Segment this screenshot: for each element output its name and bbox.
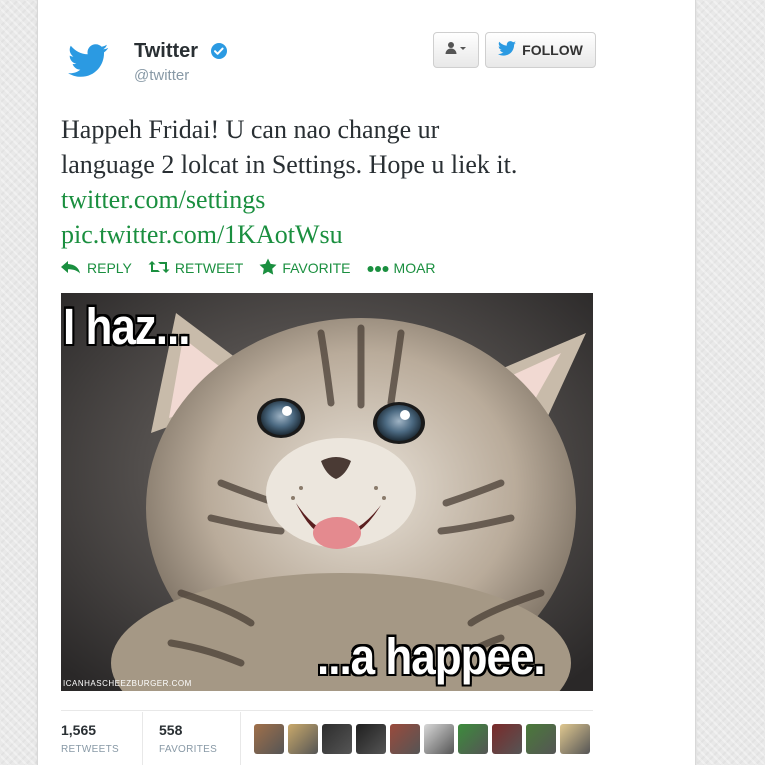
user-avatar-6[interactable]: [424, 724, 454, 754]
stats-separator: [240, 712, 241, 765]
user-dropdown-icon: [445, 41, 467, 60]
tweet-text: Happeh Fridai! U can nao change ur langu…: [61, 112, 641, 252]
retweet-icon: [148, 260, 175, 277]
verified-badge-icon: [210, 42, 228, 60]
user-avatar-1[interactable]: [254, 724, 284, 754]
twitter-bird-icon: [498, 41, 522, 59]
retweets-label: RETWEETS: [61, 744, 119, 755]
user-name[interactable]: Twitter: [134, 40, 198, 63]
favorite-button[interactable]: FAVORITE: [259, 258, 351, 278]
user-avatar-7[interactable]: [458, 724, 488, 754]
twitter-bird-icon[interactable]: [66, 38, 112, 84]
follow-label: FOLLOW: [522, 42, 583, 58]
pic-link[interactable]: pic.twitter.com/1KAotWsu: [61, 217, 641, 252]
user-avatar-8[interactable]: [492, 724, 522, 754]
star-icon: [259, 258, 282, 278]
user-avatar-4[interactable]: [356, 724, 386, 754]
settings-link[interactable]: twitter.com/settings: [61, 182, 641, 217]
favorites-count: 558: [159, 722, 183, 738]
stats-divider: [61, 710, 593, 711]
tweet-text-line: Happeh Fridai! U can nao change ur: [61, 115, 440, 144]
favoriter-avatars: [254, 724, 594, 754]
more-label: MOAR: [393, 260, 436, 276]
user-avatar-9[interactable]: [526, 724, 556, 754]
image-watermark: ICANHASCHEEZBURGER.COM: [63, 679, 192, 688]
user-handle[interactable]: @twitter: [134, 67, 189, 84]
stats-separator: [142, 712, 143, 765]
retweets-stat[interactable]: 1,565 RETWEETS: [61, 722, 119, 755]
user-avatar-5[interactable]: [390, 724, 420, 754]
meme-caption-bottom: ...a happee.: [317, 629, 546, 686]
favorites-stat[interactable]: 558 FAVORITES: [159, 722, 217, 755]
retweet-button[interactable]: RETWEET: [148, 260, 243, 277]
reply-icon: [60, 260, 87, 277]
meme-caption-top: I haz...: [63, 299, 190, 356]
user-avatar-3[interactable]: [322, 724, 352, 754]
favorites-label: FAVORITES: [159, 744, 218, 755]
follow-button[interactable]: FOLLOW: [485, 32, 596, 68]
user-avatar-10[interactable]: [560, 724, 590, 754]
retweets-count: 1,565: [61, 722, 97, 738]
reply-button[interactable]: REPLY: [60, 260, 132, 277]
more-button[interactable]: MOAR: [367, 260, 436, 276]
retweet-label: RETWEET: [174, 260, 244, 276]
user-avatar-2[interactable]: [288, 724, 318, 754]
tweet-photo[interactable]: I haz... ...a happee. ICANHASCHEEZBURGER…: [61, 293, 593, 691]
favorite-label: FAVORITE: [282, 260, 351, 276]
user-dropdown-button[interactable]: [433, 32, 479, 68]
tweet-text-line: language 2 lolcat in Settings. Hope u li…: [61, 150, 518, 179]
more-dots-icon: [367, 260, 394, 276]
reply-label: REPLY: [87, 260, 132, 276]
tweet-actions: REPLY RETWEET FAVORITE MOAR: [60, 258, 452, 278]
